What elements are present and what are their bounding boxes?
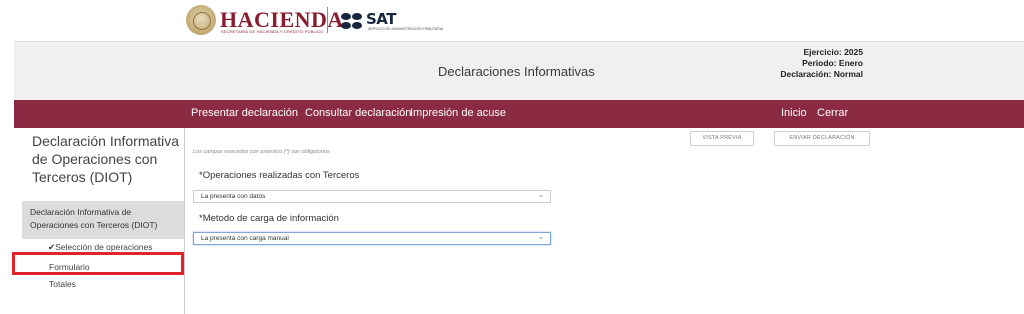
hacienda-logo-subtitle: SECRETARÍA DE HACIENDA Y CRÉDITO PÚBLICO bbox=[221, 29, 324, 34]
required-fields-note: Los campos marcados con asterisco (*) so… bbox=[193, 149, 330, 155]
sidebar-title: Declaración Informativa de Operaciones c… bbox=[32, 133, 180, 185]
operaciones-label: *Operaciones realizadas con Terceros bbox=[199, 170, 360, 181]
sat-logo-subtitle: SERVICIO DE ADMINISTRACIÓN TRIBUTARIA bbox=[368, 27, 444, 31]
nav-presentar-declaracion[interactable]: Presentar declaración bbox=[191, 107, 298, 119]
ejercicio-label: Ejercicio: 2025 bbox=[803, 47, 863, 57]
declaration-info: Ejercicio: 2025 Periodo: Enero Declaraci… bbox=[759, 47, 863, 80]
page-title: Declaraciones Informativas bbox=[438, 64, 595, 79]
declaration-header: Declaraciones Informativas Ejercicio: 20… bbox=[14, 41, 1024, 100]
metodo-carga-select[interactable]: La presenta con carga manual ⌄ bbox=[193, 232, 551, 245]
operaciones-select[interactable]: La presenta con datos ⌄ bbox=[193, 190, 551, 203]
enviar-declaracion-button[interactable]: ENVIAR DECLARACIÓN bbox=[774, 131, 870, 146]
nav-cerrar[interactable]: Cerrar bbox=[817, 107, 848, 119]
vista-previa-button[interactable]: VISTA PREVIA bbox=[690, 131, 754, 146]
sidebar: Declaración Informativa de Operaciones c… bbox=[22, 128, 185, 314]
metodo-carga-label: *Metodo de carga de información bbox=[199, 213, 339, 224]
sat-logo-icon bbox=[340, 12, 364, 30]
nav-consultar-declaracion[interactable]: Consultar declaración bbox=[305, 107, 411, 119]
metodo-carga-select-value: La presenta con carga manual bbox=[201, 235, 289, 242]
logo-bar: HACIENDA SECRETARÍA DE HACIENDA Y CRÉDIT… bbox=[0, 0, 1024, 40]
operaciones-select-value: La presenta con datos bbox=[201, 193, 266, 200]
main-navbar: Presentar declaración Consultar declarac… bbox=[14, 100, 1024, 128]
formulario-highlight-box bbox=[12, 252, 184, 275]
logo-divider bbox=[327, 7, 328, 33]
mexico-seal-logo bbox=[186, 5, 216, 35]
sidebar-item-totales[interactable]: Totales bbox=[49, 279, 76, 289]
nav-inicio[interactable]: Inicio bbox=[781, 107, 807, 119]
periodo-label: Periodo: Enero bbox=[802, 58, 863, 68]
sidebar-item-seleccion-label: Selección de operaciones bbox=[55, 242, 153, 252]
chevron-down-icon: ⌄ bbox=[538, 192, 544, 199]
nav-impresion-acuse[interactable]: Impresión de acuse bbox=[410, 107, 506, 119]
sidebar-item-diot-label: Declaración Informativa de Operaciones c… bbox=[30, 207, 158, 230]
sidebar-item-diot[interactable]: Declaración Informativa de Operaciones c… bbox=[22, 201, 184, 239]
sat-logo-title: SAT bbox=[366, 10, 396, 28]
chevron-down-icon: ⌄ bbox=[538, 234, 544, 241]
declaracion-label: Declaración: Normal bbox=[780, 69, 863, 79]
